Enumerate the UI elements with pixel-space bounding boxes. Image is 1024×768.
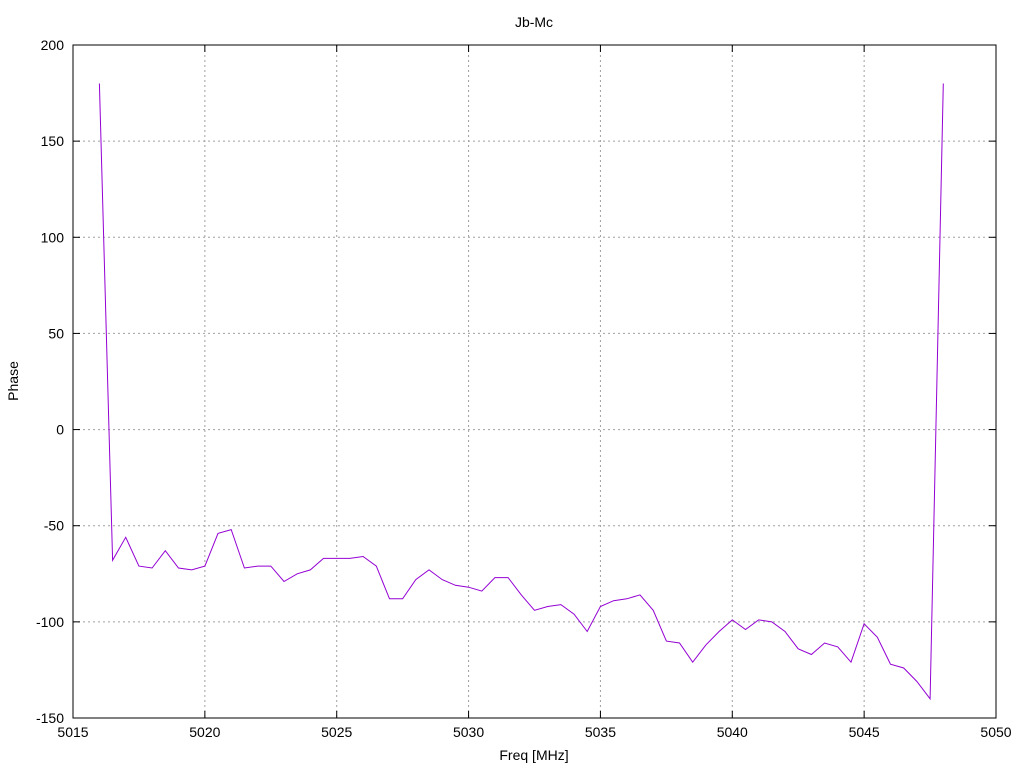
chart-canvas: 5015 5020 5025 5030 5035 5040 5045 5050 -150 -10… [5,14,1012,763]
series-line [98,83,944,701]
x-axis-title: Freq [MHz] [499,747,568,763]
x-tick-label: 5045 [849,724,880,740]
x-tick-label: 5030 [453,724,484,740]
x-tick-label: 5050 [980,724,1011,740]
grid [73,45,996,718]
plot-frame [72,44,997,719]
y-tick-label: -150 [36,710,64,726]
x-tick-label: 5035 [585,724,616,740]
x-tick-label: 5025 [321,724,352,740]
y-tick-labels: -150 -100 -50 0 50 100 150 200 [36,37,64,726]
x-tick-label: 5040 [717,724,748,740]
chart-title: Jb-Mc [515,14,553,30]
y-tick-label: 0 [56,422,64,438]
y-tick-label: -100 [36,614,64,630]
y-axis-title: Phase [5,361,21,401]
x-tick-label: 5015 [57,724,88,740]
y-tick-label: 100 [41,229,65,245]
y-tick-label: 150 [41,133,65,149]
x-tick-labels: 5015 5020 5025 5030 5035 5040 5045 5050 [57,724,1011,740]
y-tick-label: -50 [44,518,64,534]
x-tick-label: 5020 [189,724,220,740]
y-tick-label: 200 [41,37,65,53]
y-tick-label: 50 [48,325,64,341]
ticks [72,44,997,719]
